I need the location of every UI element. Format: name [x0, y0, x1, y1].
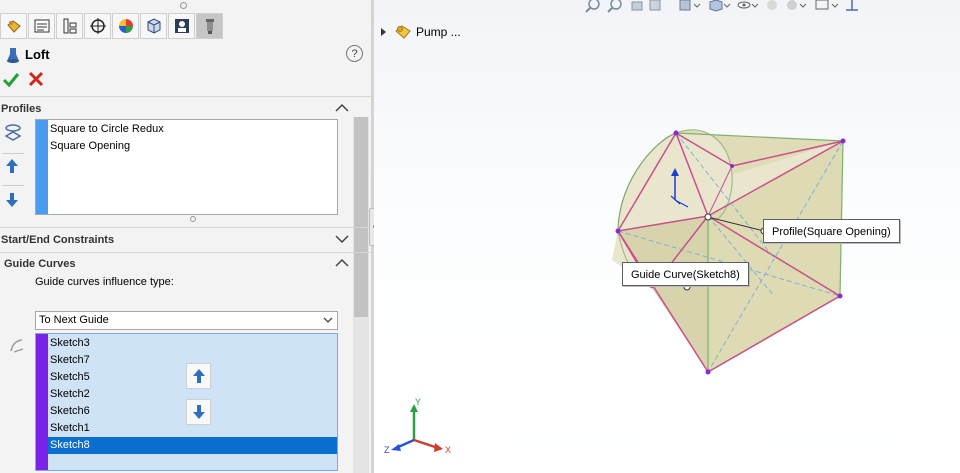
divider — [0, 227, 371, 228]
divider — [2, 153, 24, 154]
dimxpert-icon — [89, 18, 106, 34]
simulation-tab[interactable] — [168, 13, 195, 39]
guide-curves-section-title: Guide Curves — [4, 258, 76, 270]
move-guide-down-button[interactable] — [186, 399, 211, 425]
influence-type-select[interactable]: To Next Guide — [35, 311, 338, 330]
axis-y-label: Y — [415, 398, 421, 407]
arrow-up-icon — [192, 369, 205, 383]
configuration-manager-icon — [63, 18, 76, 34]
help-button[interactable]: ? — [346, 45, 363, 62]
loft-tool-icon — [205, 19, 214, 34]
cancel-button[interactable] — [28, 71, 44, 87]
cam-icon — [147, 18, 160, 34]
profiles-color-bar — [36, 120, 48, 214]
panel-scrollbar[interactable] — [353, 117, 369, 473]
feature-manager-tab[interactable] — [0, 13, 27, 39]
profiles-list[interactable]: Square to Circle Redux Square Opening — [35, 119, 338, 215]
display-manager-icon — [118, 19, 133, 33]
property-manager-icon — [34, 19, 49, 33]
profile-callout[interactable]: Profile(Square Opening) — [763, 219, 900, 243]
divider — [0, 96, 371, 97]
loft-icon — [7, 48, 19, 63]
list-item[interactable]: Square to Circle Redux — [50, 123, 164, 135]
influence-type-value: To Next Guide — [39, 314, 109, 326]
collapse-guide-curves-icon[interactable] — [335, 258, 349, 268]
property-manager-tab[interactable] — [28, 13, 55, 39]
dimxpert-tab[interactable] — [84, 13, 111, 39]
panel-grip-dot[interactable] — [180, 2, 187, 9]
property-manager-panel: Loft ? Profiles Square to Circle Redux S… — [0, 0, 371, 473]
configuration-manager-tab[interactable] — [56, 13, 83, 39]
profiles-section-title: Profiles — [1, 103, 42, 115]
axis-triad-icon: Y X Z — [384, 398, 451, 455]
divider — [2, 185, 24, 186]
move-up-icon[interactable] — [5, 158, 19, 174]
profile-selection-icon — [4, 124, 22, 141]
list-item[interactable]: Sketch3 — [48, 335, 337, 352]
chevron-down-icon — [323, 317, 333, 323]
axis-x-label: X — [445, 445, 451, 455]
arrow-down-icon — [192, 405, 205, 419]
manager-tabs — [0, 13, 230, 41]
move-guide-up-button[interactable] — [186, 363, 211, 389]
simulation-icon — [174, 19, 189, 33]
loft-tool-tab[interactable] — [196, 13, 223, 39]
expand-constraints-icon[interactable] — [335, 234, 349, 244]
collapse-profiles-icon[interactable] — [335, 103, 349, 113]
constraints-section-title[interactable]: Start/End Constraints — [1, 234, 114, 246]
resize-grip[interactable] — [190, 216, 196, 222]
axis-z-label: Z — [384, 445, 390, 455]
feature-manager-icon — [6, 20, 21, 33]
list-item[interactable]: Square Opening — [50, 140, 130, 152]
ok-button[interactable] — [2, 71, 20, 89]
influence-type-label: Guide curves influence type: — [35, 276, 174, 288]
move-down-icon[interactable] — [5, 192, 19, 208]
graphics-viewport[interactable]: Pump ... Profile(Square Opening) Guide C… — [374, 0, 960, 473]
guide-curve-selection-icon — [10, 339, 24, 353]
guide-curves-color-bar — [36, 334, 48, 470]
guide-curve-callout[interactable]: Guide Curve(Sketch8) — [622, 262, 749, 286]
list-item-selected[interactable]: Sketch8 — [48, 437, 337, 454]
divider — [0, 252, 371, 253]
scrollbar-thumb[interactable] — [354, 117, 368, 317]
panel-header: Loft ? — [0, 44, 371, 96]
display-manager-tab[interactable] — [112, 13, 139, 39]
cam-tab[interactable] — [140, 13, 167, 39]
page-title: Loft — [25, 47, 50, 62]
